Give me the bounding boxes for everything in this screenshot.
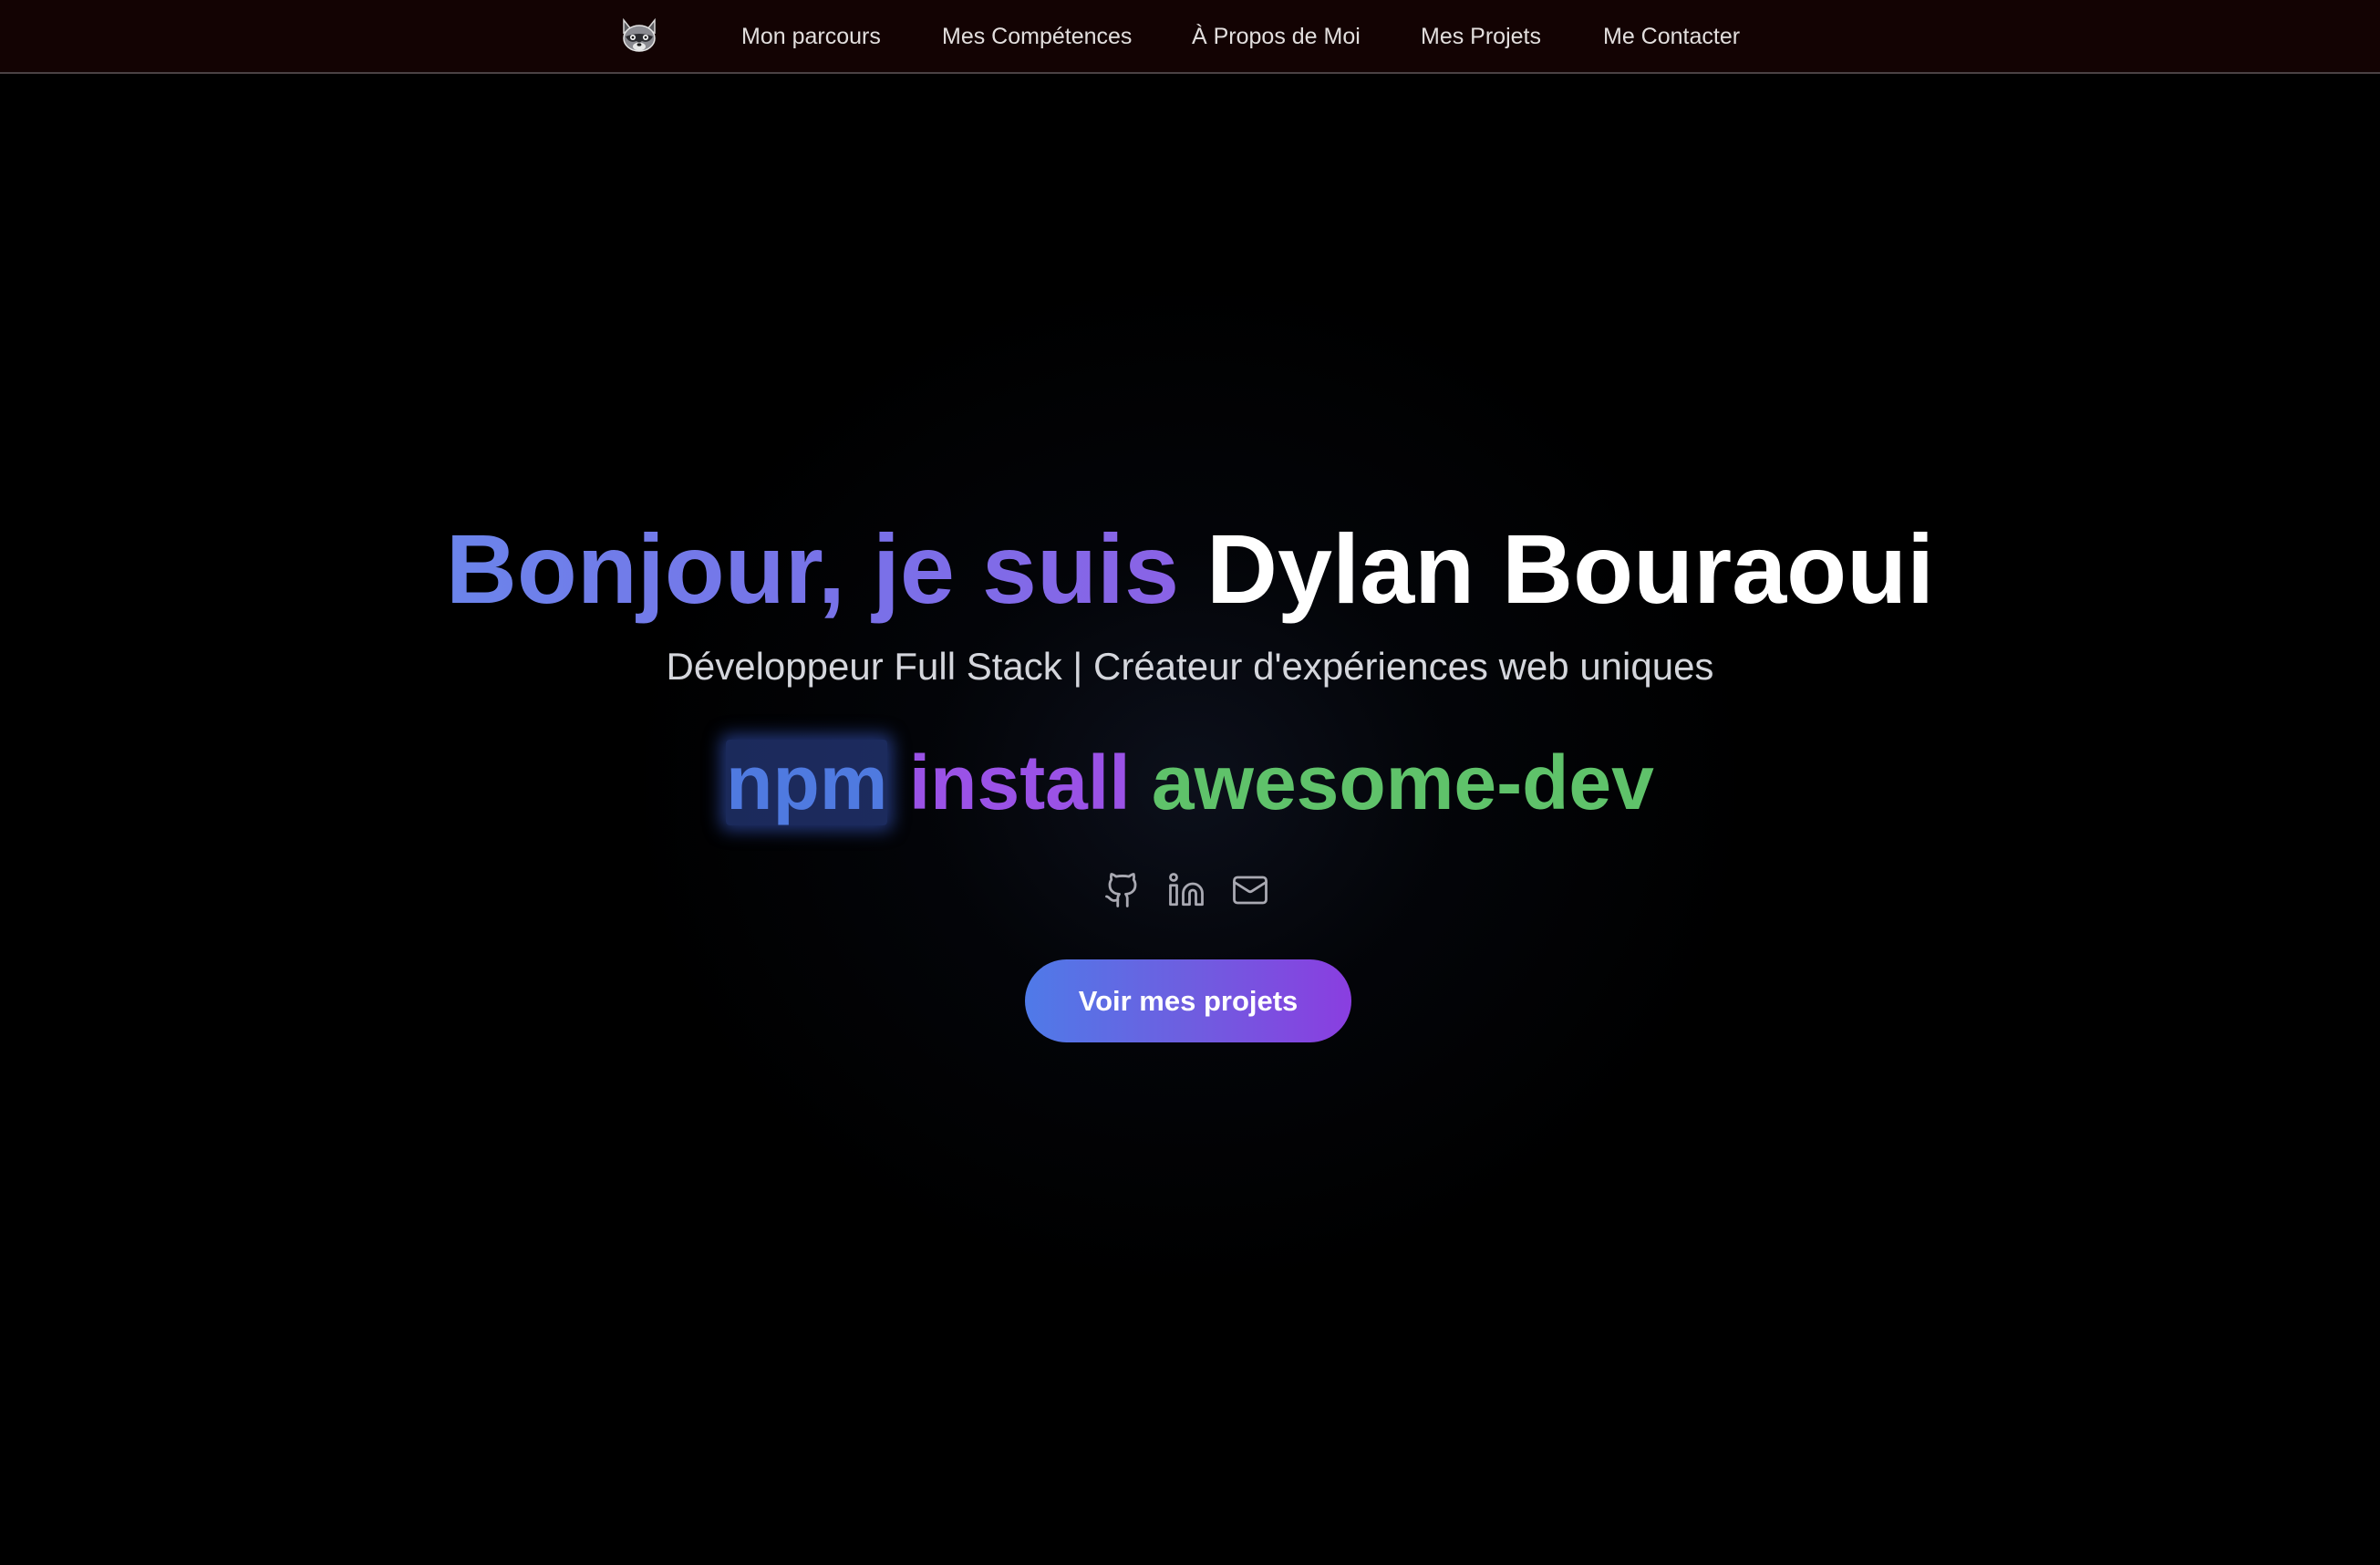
navbar: Mon parcours Mes Compétences À Propos de…	[0, 0, 2380, 74]
portfolio-page: Mon parcours Mes Compétences À Propos de…	[0, 0, 2380, 1565]
npm-command: npm install awesome-dev	[0, 739, 2380, 826]
linkedin-icon[interactable]	[1167, 871, 1206, 909]
social-links	[1103, 871, 1277, 909]
nav-item-competences[interactable]: Mes Compétences	[942, 22, 1132, 51]
hero-title: Bonjour, je suis Dylan Bouraoui	[0, 513, 2380, 626]
github-icon[interactable]	[1103, 871, 1142, 909]
hero-name: Dylan Bouraoui	[1206, 513, 1935, 624]
nav-item-parcours[interactable]: Mon parcours	[741, 22, 881, 51]
command-tool: npm	[726, 740, 888, 825]
nav-item-projets[interactable]: Mes Projets	[1421, 22, 1541, 51]
command-package: awesome-dev	[1151, 740, 1654, 825]
nav-item-contact[interactable]: Me Contacter	[1603, 22, 1740, 51]
hero-subtitle: Développeur Full Stack | Créateur d'expé…	[666, 645, 1714, 688]
nav-item-a-propos[interactable]: À Propos de Moi	[1192, 22, 1361, 51]
hero-greeting: Bonjour, je suis	[445, 513, 1180, 624]
command-action: install	[908, 740, 1131, 825]
mail-icon[interactable]	[1231, 871, 1269, 909]
raccoon-icon[interactable]	[618, 15, 660, 57]
view-projects-button[interactable]: Voir mes projets	[1025, 959, 1351, 1042]
